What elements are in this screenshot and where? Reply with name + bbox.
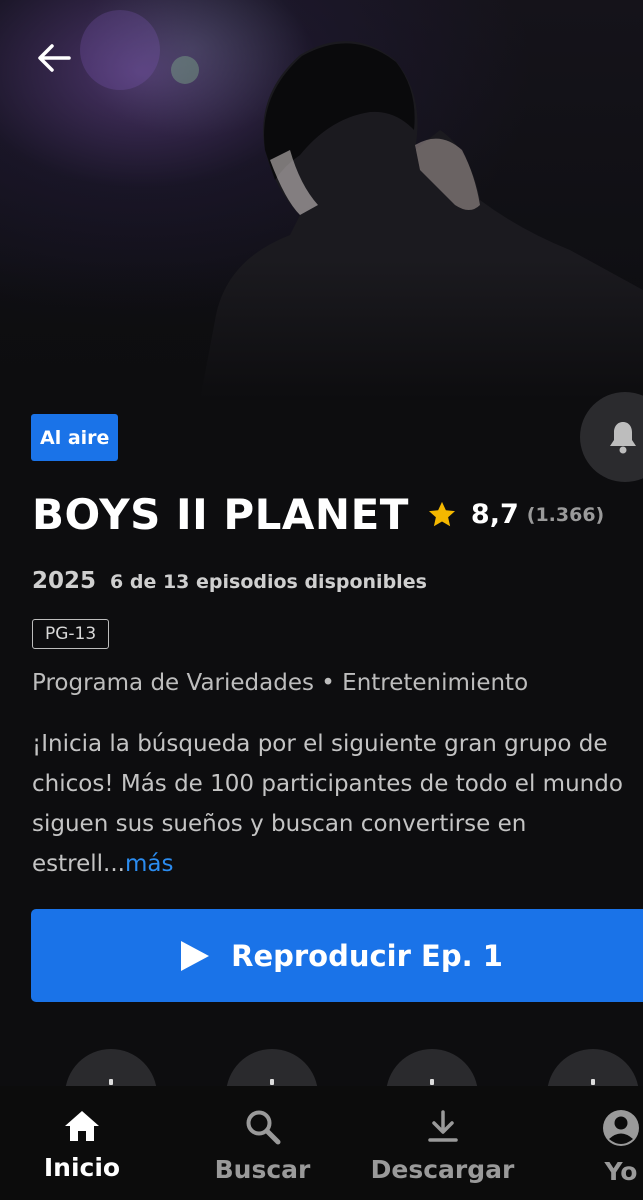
bottom-nav: Inicio Buscar Descargar Yo <box>0 1086 643 1200</box>
nav-item-buscar[interactable]: Buscar <box>210 1086 315 1200</box>
episodes-available: 6 de 13 episodios disponibles <box>110 571 427 593</box>
genres: Programa de Variedades • Entretenimiento <box>32 670 529 696</box>
show-title: BOYS II PLANET <box>32 490 409 539</box>
play-button[interactable]: Reproducir Ep. 1 <box>31 909 643 1002</box>
search-icon <box>246 1110 280 1145</box>
home-icon <box>65 1111 99 1141</box>
star-icon <box>428 501 455 526</box>
nav-item-yo[interactable]: Yo <box>596 1086 643 1200</box>
status-badge: Al aire <box>31 414 119 461</box>
nav-item-descargar[interactable]: Descargar <box>370 1086 515 1200</box>
notify-button[interactable] <box>580 392 643 482</box>
rating-value: 8,7 <box>470 499 519 530</box>
nav-label-buscar: Buscar <box>214 1155 311 1184</box>
arrow-left-icon <box>38 44 71 72</box>
more-link[interactable]: más <box>125 851 173 877</box>
profile-icon <box>603 1110 639 1146</box>
nav-item-inicio[interactable]: Inicio <box>34 1086 130 1200</box>
rating-count: (1.366) <box>526 503 605 526</box>
title-row: BOYS II PLANET 8,7 (1.366) <box>32 490 604 539</box>
nav-label-yo: Yo <box>604 1157 638 1186</box>
play-icon <box>181 940 210 971</box>
back-button[interactable] <box>30 38 78 78</box>
bell-icon <box>610 422 636 454</box>
description-text: ¡Inicia la búsqueda por el siguiente gra… <box>32 731 623 877</box>
release-year: 2025 <box>32 568 97 594</box>
nav-label-inicio: Inicio <box>43 1153 121 1182</box>
meta-row: 2025 6 de 13 episodios disponibles <box>32 568 427 594</box>
play-button-label: Reproducir Ep. 1 <box>231 938 503 973</box>
download-icon <box>427 1110 458 1142</box>
description: ¡Inicia la búsqueda por el siguiente gra… <box>32 724 643 884</box>
nav-label-descargar: Descargar <box>370 1155 515 1184</box>
content-rating-badge: PG-13 <box>32 619 110 649</box>
hero-image <box>0 0 643 400</box>
